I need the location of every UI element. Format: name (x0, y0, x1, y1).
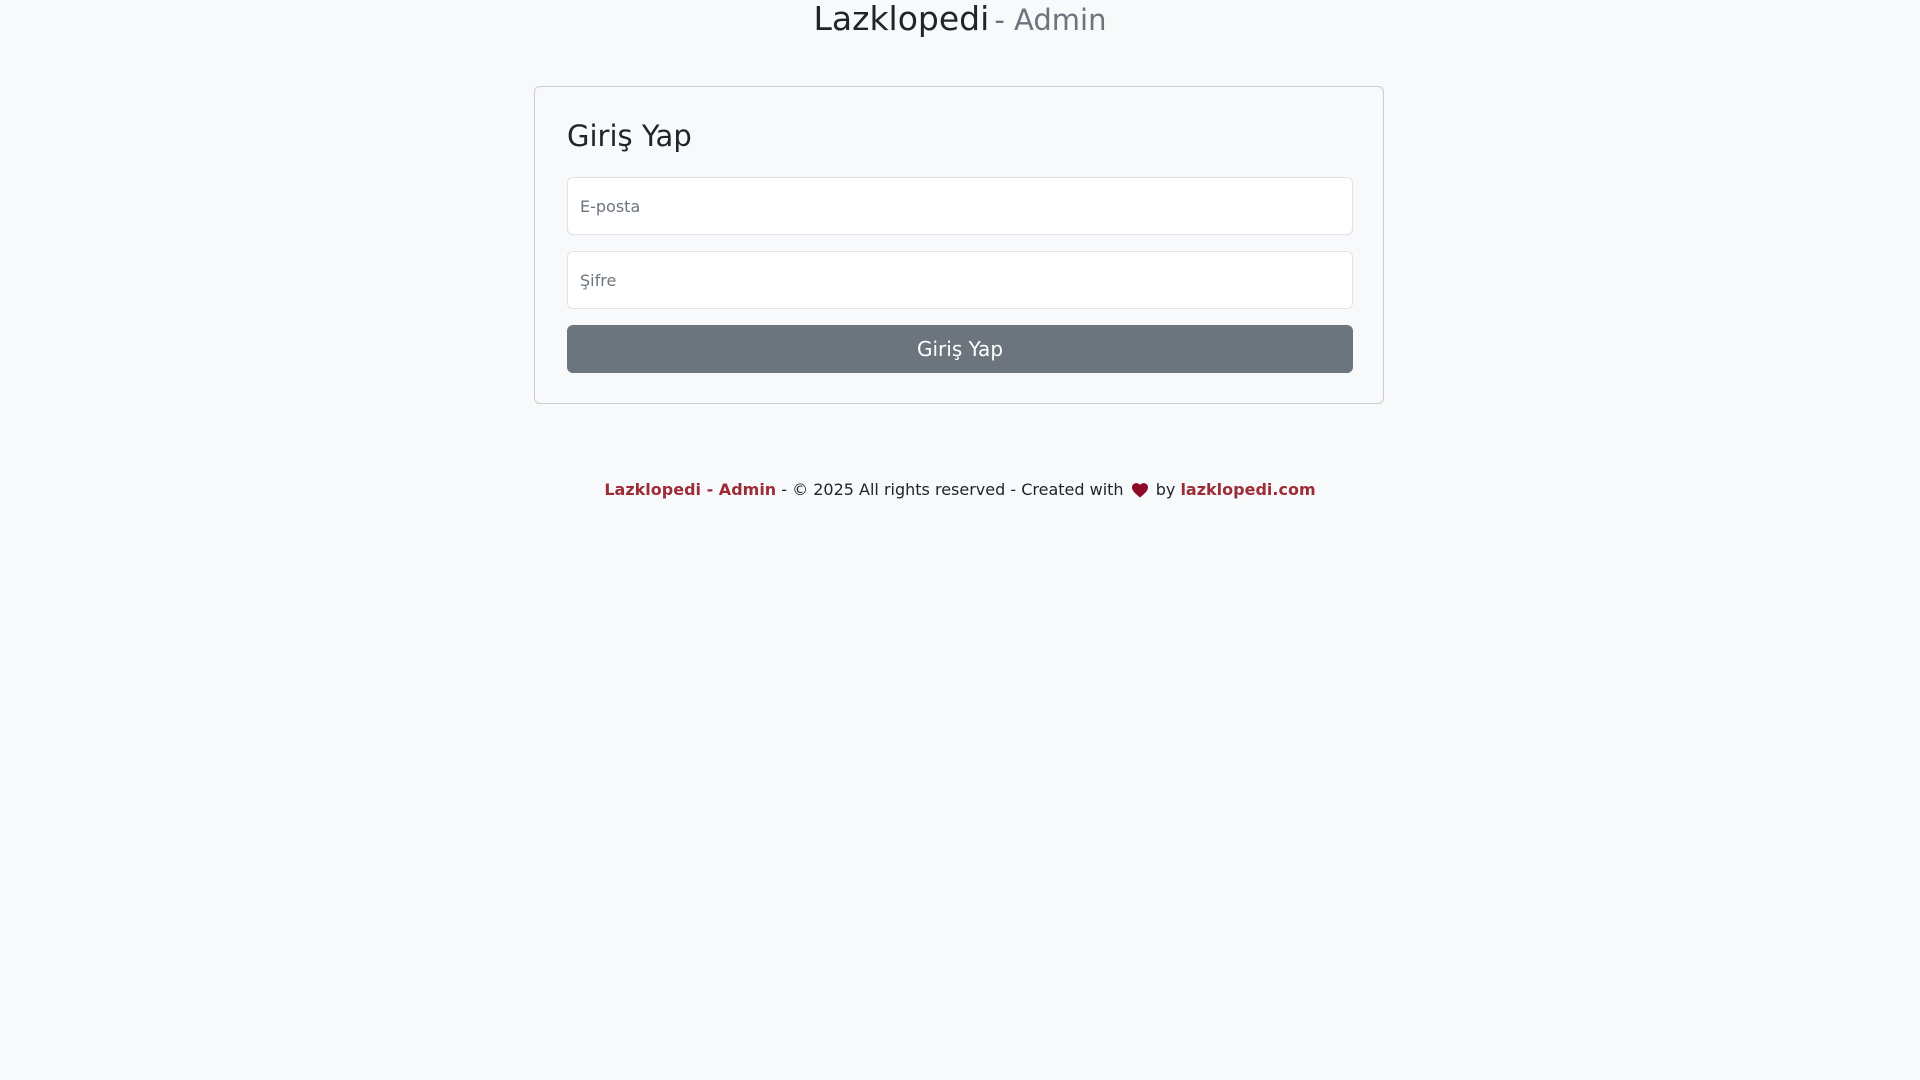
footer-site-link[interactable]: Lazklopedi - Admin (604, 480, 776, 499)
login-button[interactable]: Giriş Yap (567, 325, 1353, 373)
login-title: Giriş Yap (567, 119, 692, 153)
brand-suffix: - Admin (994, 3, 1107, 37)
footer-copyright: - © 2025 All rights reserved - Created w… (776, 480, 1129, 499)
page-header: Lazklopedi - Admin (0, 0, 1920, 40)
heart-icon (1131, 481, 1149, 505)
email-field[interactable] (567, 177, 1353, 235)
footer: Lazklopedi - Admin - © 2025 All rights r… (0, 478, 1920, 505)
login-card: Giriş Yap Giriş Yap (534, 86, 1384, 404)
footer-author-link[interactable]: lazklopedi.com (1180, 480, 1315, 499)
brand-name: Lazklopedi (813, 0, 990, 38)
footer-by-text: by (1150, 480, 1181, 499)
password-field[interactable] (567, 251, 1353, 309)
